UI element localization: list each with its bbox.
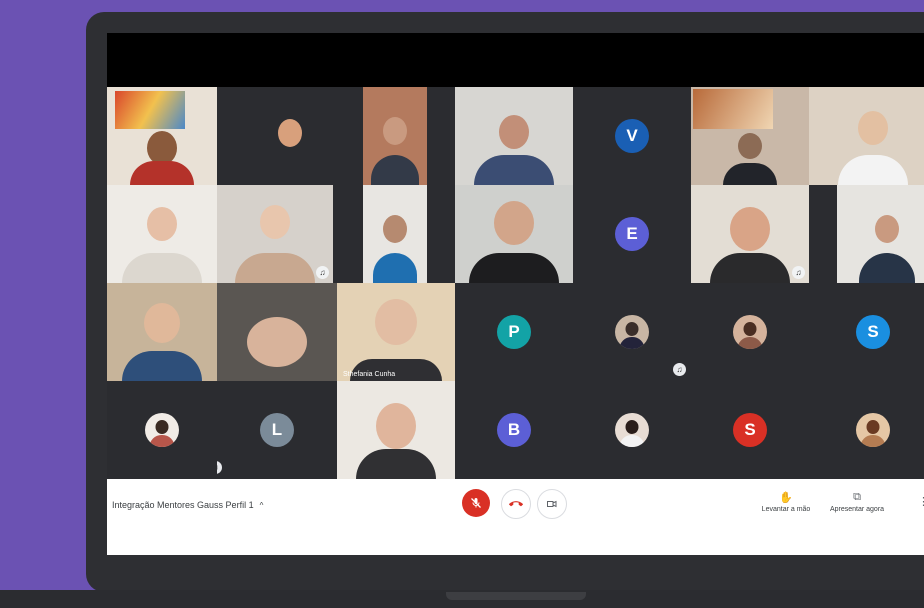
laptop-notch: [446, 592, 586, 600]
audio-level-icon: ♫: [792, 266, 805, 279]
participant-photo: [615, 315, 649, 349]
hand-icon: ✋: [779, 492, 793, 504]
participant-tile[interactable]: Sthefania Cunha: [337, 283, 455, 381]
mic-off-icon: [471, 498, 481, 508]
present-now-label: Apresentar agora: [829, 506, 885, 513]
participant-photo: [733, 315, 767, 349]
participant-photo: [615, 413, 649, 447]
participant-avatar: P: [497, 315, 531, 349]
participant-tile[interactable]: ♫: [573, 283, 691, 381]
participant-tile[interactable]: B: [455, 381, 573, 479]
raise-hand-button[interactable]: ✋ Levantar a mão: [751, 491, 821, 513]
participant-tile[interactable]: [363, 185, 427, 283]
participant-photo: [856, 413, 890, 447]
participant-avatar: E: [615, 217, 649, 251]
participant-tile[interactable]: [107, 185, 217, 283]
participant-grid: V ♫ E ♫ Sthefania Cunha P ♫ S L B S: [107, 87, 924, 479]
call-end-icon: [509, 501, 523, 507]
meeting-title: Integração Mentores Gauss Perfil 1: [112, 500, 254, 510]
videocam-icon: [547, 500, 557, 508]
audio-level-icon: ♫: [316, 266, 329, 279]
participant-tile[interactable]: S: [691, 381, 809, 479]
participant-photo: [145, 413, 179, 447]
participant-avatar: V: [615, 119, 649, 153]
participant-tile[interactable]: [427, 87, 455, 185]
participant-tile[interactable]: [455, 185, 573, 283]
painting: [115, 91, 185, 129]
camera-toggle-button[interactable]: [537, 489, 567, 519]
participant-tile[interactable]: [363, 87, 427, 185]
participant-tile[interactable]: [337, 381, 455, 479]
participant-avatar: L: [260, 413, 294, 447]
present-now-button[interactable]: ⧉ Apresentar agora: [822, 491, 892, 513]
hang-up-button[interactable]: [501, 489, 531, 519]
participant-tile[interactable]: E: [573, 185, 691, 283]
participant-name: Sthefania Cunha: [343, 371, 396, 378]
participant-tile[interactable]: [217, 283, 337, 381]
participant-tile[interactable]: [455, 87, 573, 185]
participant-tile[interactable]: [837, 185, 924, 283]
participant-avatar: S: [856, 315, 890, 349]
participant-tile[interactable]: [691, 87, 809, 185]
participant-tile[interactable]: [333, 185, 363, 283]
participant-avatar: S: [733, 413, 767, 447]
participant-tile[interactable]: ♫: [217, 185, 333, 283]
meeting-screen: V ♫ E ♫ Sthefania Cunha P ♫ S L B S Inte…: [107, 33, 924, 555]
top-bar: [107, 33, 924, 87]
audio-level-icon: ♫: [217, 461, 222, 474]
participant-tile[interactable]: ♫: [691, 185, 809, 283]
more-options-icon[interactable]: ⋮: [918, 495, 924, 508]
bottom-bar: Integração Mentores Gauss Perfil 1 ^ ✋ Le…: [107, 479, 924, 555]
meeting-details[interactable]: Integração Mentores Gauss Perfil 1 ^: [112, 500, 263, 510]
painting: [693, 89, 773, 129]
participant-tile[interactable]: [573, 381, 691, 479]
participant-tile[interactable]: [809, 381, 924, 479]
participant-tile[interactable]: V: [573, 87, 691, 185]
present-icon: ⧉: [853, 491, 861, 503]
participant-tile[interactable]: P: [455, 283, 573, 381]
participant-tile[interactable]: [809, 185, 837, 283]
raise-hand-label: Levantar a mão: [761, 506, 811, 513]
participant-tile[interactable]: [691, 283, 809, 381]
participant-tile[interactable]: [217, 87, 363, 185]
participant-avatar: B: [497, 413, 531, 447]
participant-tile[interactable]: [427, 185, 455, 283]
participant-tile[interactable]: [107, 283, 217, 381]
participant-tile[interactable]: [107, 87, 217, 185]
participant-tile[interactable]: S: [809, 283, 924, 381]
audio-level-icon: ♫: [673, 363, 686, 376]
participant-tile[interactable]: [809, 87, 924, 185]
chevron-up-icon[interactable]: ^: [260, 501, 264, 510]
participant-tile[interactable]: L ♫: [217, 381, 337, 479]
participant-tile[interactable]: [107, 381, 217, 479]
mic-toggle-button[interactable]: [462, 489, 490, 517]
